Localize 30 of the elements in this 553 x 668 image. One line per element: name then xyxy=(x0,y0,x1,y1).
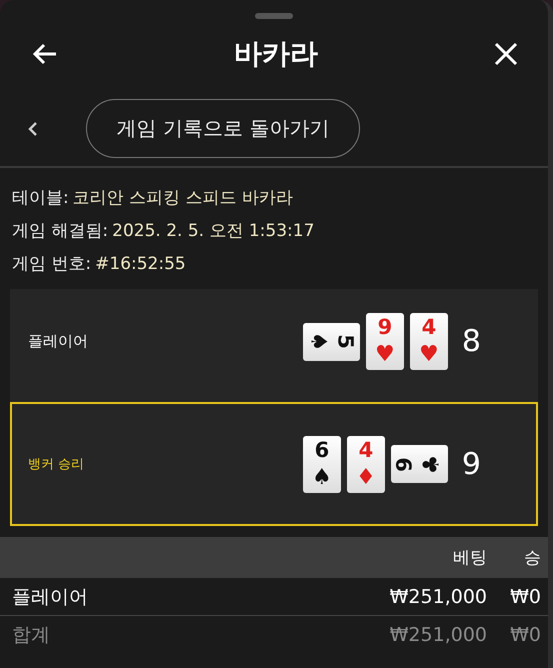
info-label: 게임 번호: xyxy=(12,254,92,274)
table-cell-text: 플레이어 xyxy=(11,584,89,610)
back-arrow-icon[interactable] xyxy=(32,43,58,65)
info-label: 테이블: xyxy=(12,188,69,208)
window-title: 바카라 xyxy=(234,36,318,72)
hand-name: 뱅커 승리 xyxy=(28,456,84,473)
column-header: 승 xyxy=(523,547,542,569)
table-cell-text: ₩251,000 xyxy=(388,624,487,646)
hand-total: 9 xyxy=(462,446,481,482)
playing-card: 4 ♦ xyxy=(346,436,385,492)
table-cell-text: ₩0 xyxy=(509,586,542,608)
chevron-left-icon[interactable] xyxy=(28,120,38,136)
playing-card: 6 ♠ xyxy=(302,436,341,492)
info-value: 2025. 2. 5. 오전 1:53:17 xyxy=(112,221,314,241)
close-icon[interactable] xyxy=(494,42,518,66)
hand-name: 플레이어 xyxy=(28,332,88,351)
playing-card: 4 ♥ xyxy=(410,313,448,370)
info-label: 게임 해결됨: xyxy=(12,221,108,241)
playing-card: 9 ♣ xyxy=(390,445,448,483)
playing-card: 9 ♥ xyxy=(366,313,404,370)
column-header: 베팅 xyxy=(452,547,487,569)
table-cell-text: ₩0 xyxy=(509,624,542,646)
table-cell-text: ₩251,000 xyxy=(388,586,487,608)
drag-handle[interactable] xyxy=(255,13,293,19)
table-cell-text: 합계 xyxy=(11,622,51,648)
info-value: #16:52:55 xyxy=(95,254,186,274)
playing-card: 5 ♠ xyxy=(302,322,360,360)
hand-total: 8 xyxy=(462,324,481,359)
info-value: 코리안 스피킹 스피드 바카라 xyxy=(72,188,293,208)
back-to-history-button[interactable]: 게임 기록으로 돌아가기 xyxy=(86,99,360,158)
